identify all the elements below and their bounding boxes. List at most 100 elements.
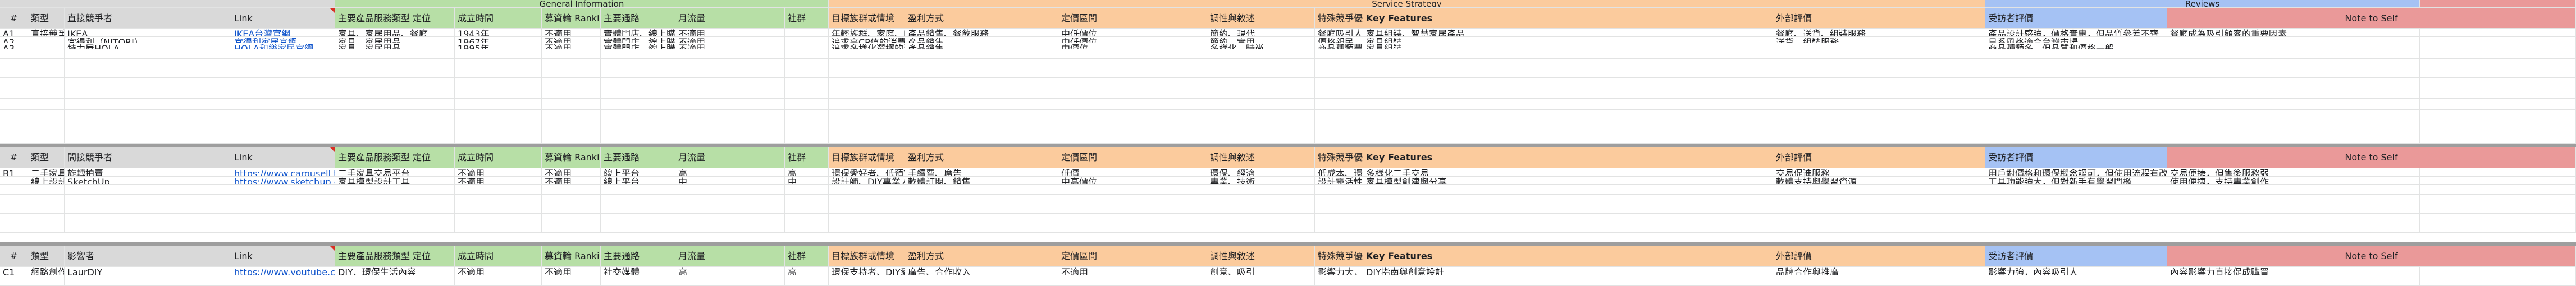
empty-cell [1315, 185, 1363, 195]
empty-cell [0, 204, 28, 214]
header-monthly-traffic: 月流量 [675, 246, 785, 267]
cell-external-review: 影響力強，內容吸引人 [1985, 267, 2167, 275]
empty-cell [1572, 204, 1773, 214]
empty-cell [1572, 223, 1773, 233]
header-community: 社群 [785, 8, 829, 29]
empty-cell [1058, 121, 1207, 132]
empty-cell [335, 99, 455, 110]
header-type: 類型 [28, 246, 65, 267]
empty-cell [1363, 87, 1572, 99]
empty-cell [829, 99, 905, 110]
empty-cell [1363, 214, 1572, 223]
empty-cell [231, 59, 335, 68]
empty-cell [601, 121, 675, 132]
empty-cell [231, 185, 335, 195]
cell-link[interactable]: HOLA和樂家居官網 [231, 43, 335, 49]
empty-cell [1315, 68, 1363, 78]
empty-cell [675, 132, 785, 144]
empty-cell [675, 204, 785, 214]
empty-cell [905, 132, 1058, 144]
empty-cell [1058, 110, 1207, 121]
cell-revenue-model: 產品銷售、餐飲服務 [905, 29, 1058, 37]
cell-note-to-self [2420, 267, 2576, 275]
header-row-1: #類型直接競爭者Link主要產品服務類型 定位成立時間募資輪 Ranking主要… [0, 8, 2576, 29]
empty-cell [28, 214, 65, 223]
empty-cell [1315, 87, 1363, 99]
empty-cell [1985, 185, 2167, 195]
empty-cell [675, 59, 785, 68]
empty-cell [601, 87, 675, 99]
cell-link[interactable]: IKEA台灣官網 [231, 29, 335, 37]
empty-cell [1773, 275, 1985, 286]
cell-link[interactable]: 宜得利家居官網 [231, 37, 335, 43]
cell-link[interactable]: https://www.sketchup.com [231, 177, 335, 185]
empty-cell [1363, 78, 1572, 87]
cell-note-to-self [2420, 37, 2576, 43]
empty-row-14 [0, 223, 2576, 233]
empty-cell [675, 110, 785, 121]
empty-cell [65, 59, 231, 68]
cell-link[interactable]: https://www.youtube.com/user/LaurDIY [231, 267, 335, 275]
empty-cell [829, 223, 905, 233]
empty-cell [2167, 275, 2420, 286]
empty-cell [65, 121, 231, 132]
cell-channel: 社交媒體 [601, 267, 675, 275]
empty-cell [675, 223, 785, 233]
empty-cell [1985, 275, 2167, 286]
empty-cell [675, 78, 785, 87]
empty-cell [1363, 275, 1572, 286]
cell-founded: 1943年 [455, 29, 542, 37]
empty-cell [542, 223, 601, 233]
header-row-num: # [0, 246, 28, 267]
empty-cell [1058, 68, 1207, 78]
empty-cell [231, 49, 335, 59]
empty-cell [231, 223, 335, 233]
cell-key-features: 家具組裝 [1363, 43, 1572, 49]
cell-founded: 1995年 [455, 43, 542, 49]
header-key-features: Key Features [1363, 147, 1773, 168]
cell-row-num: A3 [0, 43, 28, 49]
empty-cell [65, 185, 231, 195]
cell-link[interactable]: https://www.carousell.tw [231, 168, 335, 177]
empty-cell [1985, 99, 2167, 110]
header-link: Link [231, 246, 335, 267]
empty-cell [1773, 223, 1985, 233]
empty-cell [2420, 185, 2576, 195]
cell-key-features: 家具組裝 [1363, 37, 1572, 43]
empty-cell [601, 204, 675, 214]
empty-cell [1058, 185, 1207, 195]
empty-cell [1985, 78, 2167, 87]
empty-cell [2167, 204, 2420, 214]
header-funding-ranking: 募資輪 Ranking [542, 246, 601, 267]
empty-cell [0, 121, 28, 132]
empty-cell [905, 223, 1058, 233]
empty-cell [28, 49, 65, 59]
empty-cell [231, 78, 335, 87]
empty-cell [1773, 204, 1985, 214]
header-competitor: 直接競爭者 [65, 8, 231, 29]
empty-cell [1058, 275, 1207, 286]
empty-cell [675, 185, 785, 195]
empty-cell [1315, 110, 1363, 121]
empty-cell [601, 78, 675, 87]
empty-cell [28, 275, 65, 286]
empty-cell [1363, 49, 1572, 59]
empty-cell [829, 68, 905, 78]
block-separator-1 [0, 144, 2576, 147]
empty-cell [231, 110, 335, 121]
cell-founded: 不適用 [455, 168, 542, 177]
cell-monthly-traffic: 高 [675, 168, 785, 177]
empty-cell [0, 110, 28, 121]
empty-cell [785, 110, 829, 121]
empty-cell [1363, 59, 1572, 68]
empty-cell [1985, 59, 2167, 68]
cell-row-num: C1 [0, 267, 28, 275]
cell-product-type: 家具、家居用品 [335, 43, 455, 49]
cell-founded: 不適用 [455, 177, 542, 185]
empty-cell [455, 99, 542, 110]
cell-community: 中 [785, 177, 829, 185]
empty-cell [785, 59, 829, 68]
empty-cell [905, 68, 1058, 78]
cell-features-extra [1572, 43, 1773, 49]
cell-product-type: 家具、家居用品 [335, 37, 455, 43]
